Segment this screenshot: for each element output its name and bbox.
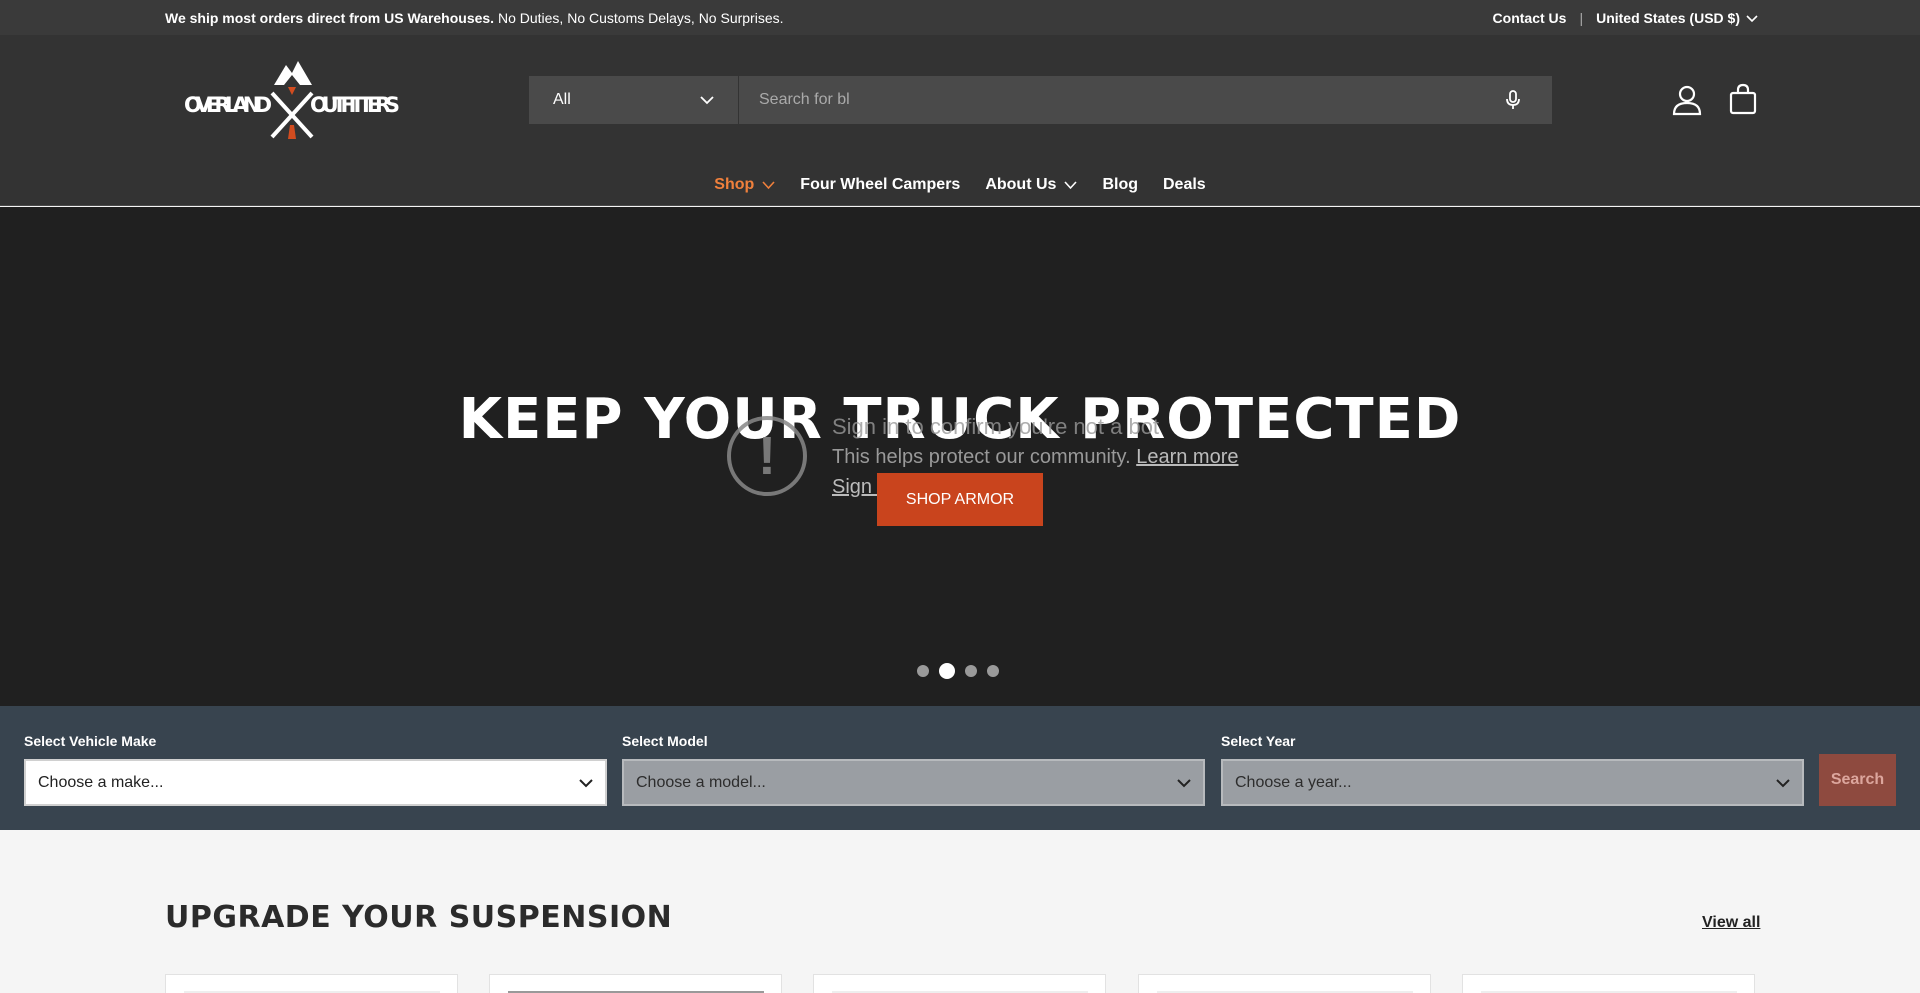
nav-item-blog[interactable]: Blog xyxy=(1102,176,1138,194)
section-title: UPGRADE YOUR SUSPENSION xyxy=(165,900,673,935)
country-label: United States (USD $) xyxy=(1596,10,1740,26)
carousel-dot-1[interactable] xyxy=(917,665,929,677)
main-nav: Shop Four Wheel Campers About Us Blog De… xyxy=(0,176,1920,194)
contact-link[interactable]: Contact Us xyxy=(1493,10,1567,26)
chevron-down-icon xyxy=(579,778,593,787)
product-card[interactable] xyxy=(489,974,782,993)
make-value: Choose a make... xyxy=(38,773,164,791)
svg-text:OVERLAND: OVERLAND xyxy=(184,93,272,117)
learn-more-link[interactable]: Learn more xyxy=(1136,446,1238,468)
site-header: OVERLAND OUTFITTERS All Shop Four Wheel … xyxy=(0,35,1920,206)
country-selector[interactable]: United States (USD $) xyxy=(1596,10,1758,26)
nav-item-shop[interactable]: Shop xyxy=(714,176,775,194)
view-all-link[interactable]: View all xyxy=(1702,914,1760,932)
nav-item-about-us[interactable]: About Us xyxy=(985,176,1078,194)
vehicle-selector: Select Vehicle Make Choose a make... Sel… xyxy=(0,706,1920,830)
overland-outfitters-logo[interactable]: OVERLAND OUTFITTERS xyxy=(184,55,400,140)
nav-item-label: Blog xyxy=(1102,176,1138,193)
chevron-down-icon xyxy=(1064,181,1078,190)
search-category-label: All xyxy=(553,91,571,108)
model-value: Choose a model... xyxy=(636,773,766,791)
model-label: Select Model xyxy=(622,733,708,749)
separator: | xyxy=(1579,10,1584,26)
product-card[interactable] xyxy=(813,974,1106,993)
year-field: Select Year Choose a year... xyxy=(1221,733,1804,806)
carousel-dot-3[interactable] xyxy=(965,665,977,677)
microphone-icon[interactable] xyxy=(1502,89,1524,111)
chevron-down-icon xyxy=(1746,15,1758,23)
vehicle-search-button[interactable]: Search xyxy=(1819,754,1896,806)
carousel-dots xyxy=(917,663,999,679)
year-select[interactable]: Choose a year... xyxy=(1221,759,1804,806)
warning-icon: ! xyxy=(727,416,807,496)
nav-item-deals[interactable]: Deals xyxy=(1163,176,1206,194)
nav-item-label: About Us xyxy=(985,176,1057,193)
carousel-dot-2[interactable] xyxy=(939,663,955,679)
year-value: Choose a year... xyxy=(1235,773,1352,791)
search-input[interactable] xyxy=(739,76,1552,124)
make-select[interactable]: Choose a make... xyxy=(24,759,607,806)
year-label: Select Year xyxy=(1221,733,1296,749)
hero-banner: KEEP YOUR TRUCK PROTECTED ! Sign in to c… xyxy=(0,207,1920,706)
shipping-message-rest: No Duties, No Customs Delays, No Surpris… xyxy=(494,10,784,26)
chevron-down-icon xyxy=(700,96,714,105)
carousel-dot-4[interactable] xyxy=(987,665,999,677)
chevron-down-icon xyxy=(1776,778,1790,787)
nav-item-label: Deals xyxy=(1162,176,1206,193)
make-field: Select Vehicle Make Choose a make... xyxy=(24,733,607,806)
cart-icon[interactable] xyxy=(1729,83,1757,115)
search-category-select[interactable]: All xyxy=(529,76,739,124)
nav-item-label: Shop xyxy=(714,176,755,193)
chevron-down-icon xyxy=(1177,778,1191,787)
product-card[interactable] xyxy=(1462,974,1755,993)
model-select[interactable]: Choose a model... xyxy=(622,759,1205,806)
svg-text:OUTFITTERS: OUTFITTERS xyxy=(310,93,400,117)
search-bar: All xyxy=(529,76,1552,124)
product-card[interactable] xyxy=(1138,974,1431,993)
nav-item-label: Four Wheel Campers xyxy=(800,176,961,193)
shop-armor-button[interactable]: SHOP ARMOR xyxy=(877,473,1043,526)
shipping-message-bold: We ship most orders direct from US Wareh… xyxy=(165,10,495,26)
make-label: Select Vehicle Make xyxy=(24,733,157,749)
model-field: Select Model Choose a model... xyxy=(622,733,1205,806)
announcement-bar: We ship most orders direct from US Wareh… xyxy=(0,0,1920,35)
bot-check-heading: Sign in to confirm you're not a bot xyxy=(832,414,1160,439)
chevron-down-icon xyxy=(762,181,775,190)
shipping-message: We ship most orders direct from US Wareh… xyxy=(165,10,784,26)
bot-check-message: This helps protect our community. xyxy=(832,446,1131,468)
product-card[interactable] xyxy=(165,974,458,993)
nav-item-four-wheel-campers[interactable]: Four Wheel Campers xyxy=(800,176,960,194)
account-icon[interactable] xyxy=(1671,84,1703,116)
